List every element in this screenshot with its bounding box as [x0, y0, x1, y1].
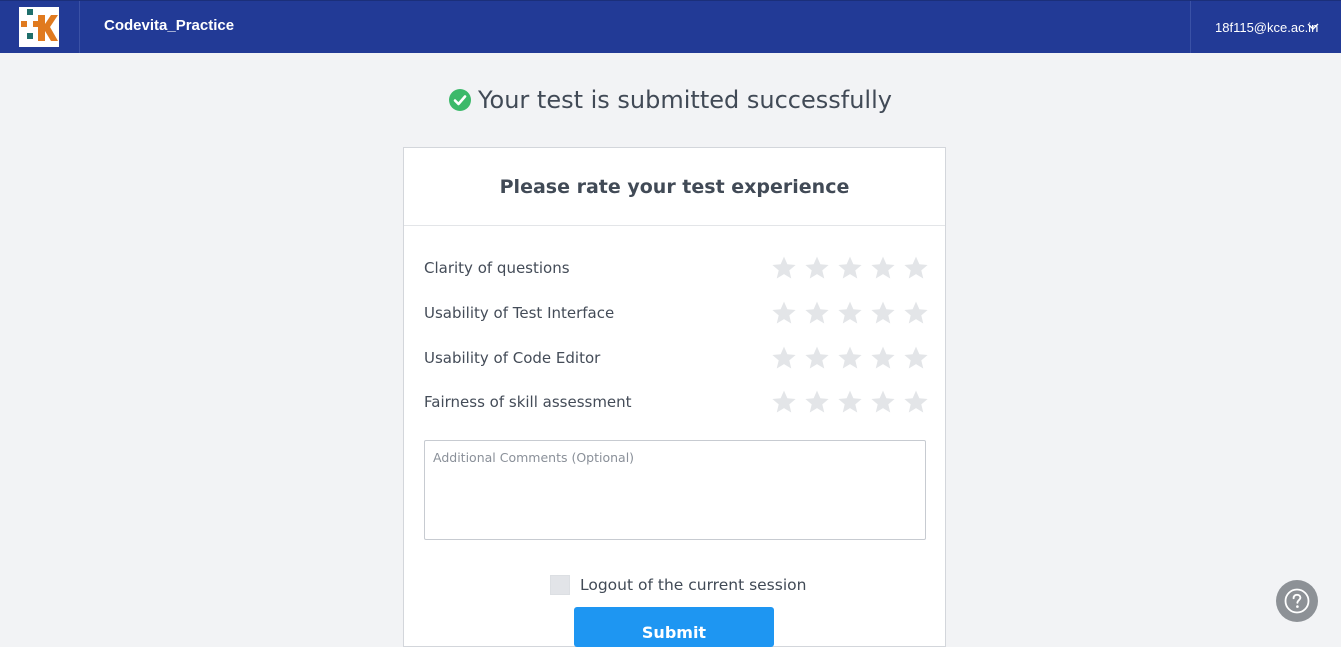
chevron-down-icon [1307, 23, 1319, 30]
star-icon[interactable] [903, 300, 929, 326]
rating-row-clarity: Clarity of questions [424, 253, 929, 283]
top-bar: Codevita_Practice 18f115@kce.ac.in [0, 0, 1341, 53]
star-icon[interactable] [870, 300, 896, 326]
star-icon[interactable] [903, 255, 929, 281]
logo-icon[interactable] [19, 7, 59, 47]
star-icon[interactable] [804, 389, 830, 415]
star-icon[interactable] [804, 300, 830, 326]
star-icon[interactable] [804, 255, 830, 281]
star-icon[interactable] [903, 345, 929, 371]
logout-checkbox-row[interactable]: Logout of the current session [550, 575, 806, 595]
star-icon[interactable] [837, 300, 863, 326]
star-icon[interactable] [903, 389, 929, 415]
feedback-card: Please rate your test experience Clarity… [403, 147, 946, 647]
rating-row-test-interface: Usability of Test Interface [424, 298, 929, 328]
star-icon[interactable] [771, 255, 797, 281]
card-title: Please rate your test experience [499, 175, 850, 198]
rating-label: Usability of Test Interface [424, 304, 615, 322]
star-rating [771, 389, 929, 415]
help-button[interactable] [1276, 580, 1318, 622]
help-icon [1284, 588, 1310, 614]
star-rating [771, 255, 929, 281]
rating-label: Usability of Code Editor [424, 349, 601, 367]
comments-field[interactable] [424, 440, 926, 540]
star-icon[interactable] [771, 389, 797, 415]
star-icon[interactable] [870, 345, 896, 371]
star-icon[interactable] [771, 300, 797, 326]
star-icon[interactable] [870, 255, 896, 281]
rating-row-code-editor: Usability of Code Editor [424, 343, 929, 373]
rating-label: Fairness of skill assessment [424, 393, 632, 411]
star-icon[interactable] [804, 345, 830, 371]
logo-area[interactable] [0, 1, 80, 53]
star-rating [771, 300, 929, 326]
logout-checkbox[interactable] [550, 575, 570, 595]
app-title: Codevita_Practice [104, 17, 235, 34]
star-rating [771, 345, 929, 371]
card-header: Please rate your test experience [404, 148, 945, 226]
user-email: 18f115@kce.ac.in [1215, 20, 1319, 35]
user-menu[interactable]: 18f115@kce.ac.in [1190, 1, 1341, 53]
star-icon[interactable] [771, 345, 797, 371]
rating-row-fairness: Fairness of skill assessment [424, 387, 929, 417]
status-message: Your test is submitted successfully [478, 86, 892, 114]
submit-button[interactable]: Submit [574, 607, 774, 647]
rating-label: Clarity of questions [424, 259, 570, 277]
submission-status: Your test is submitted successfully [0, 86, 1341, 117]
star-icon[interactable] [870, 389, 896, 415]
star-icon[interactable] [837, 255, 863, 281]
star-icon[interactable] [837, 389, 863, 415]
check-circle-icon [449, 89, 472, 111]
logout-label: Logout of the current session [580, 576, 807, 594]
star-icon[interactable] [837, 345, 863, 371]
